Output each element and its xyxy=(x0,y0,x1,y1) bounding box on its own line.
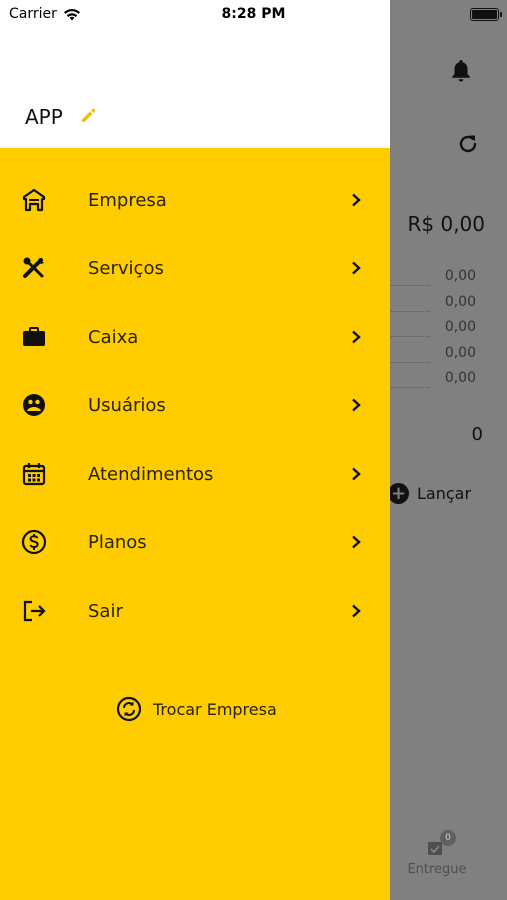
bell-icon[interactable] xyxy=(449,58,473,84)
chevron-right-icon xyxy=(352,261,361,275)
app-name: APP xyxy=(25,105,63,129)
menu-label: Planos xyxy=(88,531,147,553)
logout-icon xyxy=(23,600,46,622)
building-icon xyxy=(22,188,46,212)
menu-item-atendimentos[interactable]: Atendimentos xyxy=(0,440,390,508)
entregue-badge: 0 xyxy=(440,830,456,846)
swap-icon xyxy=(116,696,142,722)
chevron-right-icon xyxy=(352,467,361,481)
menu-item-planos[interactable]: Planos xyxy=(0,508,390,576)
menu-item-caixa[interactable]: Caixa xyxy=(0,303,390,371)
menu-label: Caixa xyxy=(88,326,139,348)
total-amount: R$ 0,00 xyxy=(407,212,485,236)
chevron-right-icon xyxy=(352,330,361,344)
users-icon xyxy=(23,394,45,416)
side-drawer: APP Empresa Serviços Caixa Usuários Aten… xyxy=(0,0,390,900)
battery-icon xyxy=(470,8,502,21)
drawer-menu: Empresa Serviços Caixa Usuários Atendime… xyxy=(0,148,390,900)
menu-label: Sair xyxy=(88,600,123,622)
chevron-right-icon xyxy=(352,398,361,412)
delivered-icon: 0 xyxy=(427,830,456,856)
briefcase-icon xyxy=(23,327,45,346)
clock: 8:28 PM xyxy=(221,6,286,22)
switch-company-label: Trocar Empresa xyxy=(153,699,277,719)
launch-button[interactable]: + Lançar xyxy=(388,483,471,504)
dollar-icon xyxy=(21,529,47,555)
plus-circle-icon: + xyxy=(388,483,409,504)
menu-item-usuarios[interactable]: Usuários xyxy=(0,371,390,439)
menu-item-servicos[interactable]: Serviços xyxy=(0,234,390,302)
status-bar: Carrier 8:28 PM xyxy=(0,0,507,28)
calendar-icon xyxy=(22,463,46,486)
menu-item-sair[interactable]: Sair xyxy=(0,577,390,645)
menu-label: Empresa xyxy=(88,189,167,211)
switch-company-button[interactable]: Trocar Empresa xyxy=(116,696,277,722)
tools-icon xyxy=(23,257,44,278)
menu-label: Usuários xyxy=(88,394,166,416)
chevron-right-icon xyxy=(352,535,361,549)
chevron-right-icon xyxy=(352,604,361,618)
menu-label: Atendimentos xyxy=(88,463,214,485)
menu-item-empresa[interactable]: Empresa xyxy=(0,166,390,234)
tab-entregue[interactable]: 0 Entregue xyxy=(402,830,472,877)
chevron-right-icon xyxy=(352,193,361,207)
menu-label: Serviços xyxy=(88,257,164,279)
pencil-icon[interactable] xyxy=(80,107,97,124)
count-value: 0 xyxy=(471,424,483,445)
refresh-icon[interactable] xyxy=(456,132,480,156)
